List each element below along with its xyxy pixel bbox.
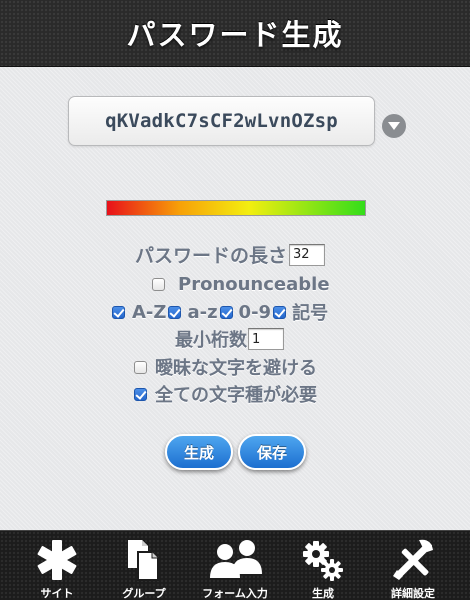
uppercase-checkbox[interactable] — [112, 305, 125, 319]
digits-label: 0-9 — [238, 301, 272, 323]
min-digits-label: 最小桁数 — [175, 330, 247, 351]
avoid-ambiguous-checkbox[interactable] — [134, 360, 147, 374]
pronounceable-label: Pronounceable — [178, 274, 330, 295]
avoid-ambiguous-row[interactable]: 曖昧な文字を避ける — [134, 354, 317, 380]
require-all-checkbox[interactable] — [134, 387, 147, 401]
generator-panel: qKVadkC7sCF2wLvnOZsp パスワードの長さ Pronouncea… — [0, 67, 470, 530]
min-digits-input[interactable] — [248, 328, 284, 350]
tab-label-generate: 生成 — [312, 587, 334, 600]
chevron-down-icon — [388, 122, 400, 130]
require-all-label: 全ての文字種が必要 — [155, 385, 317, 406]
tab-label-settings: 詳細設定 — [391, 587, 435, 600]
page-title: パスワード生成 — [126, 18, 344, 52]
documents-icon — [128, 540, 159, 581]
symbols-checkbox[interactable] — [273, 305, 287, 319]
password-text[interactable]: qKVadkC7sCF2wLvnOZsp — [105, 110, 338, 132]
min-digits-row: 最小桁数 — [175, 326, 284, 352]
tab-label-sites: サイト — [40, 587, 74, 600]
require-all-row[interactable]: 全ての文字種が必要 — [134, 381, 317, 407]
tab-generate[interactable]: 生成 — [276, 531, 370, 600]
password-history-dropdown-button[interactable] — [382, 114, 406, 138]
length-input[interactable] — [289, 243, 326, 266]
strength-meter — [106, 200, 366, 216]
avoid-ambiguous-label: 曖昧な文字を避ける — [155, 358, 317, 379]
tab-groups[interactable]: グループ — [97, 531, 191, 600]
pronounceable-row[interactable]: Pronounceable — [152, 274, 330, 295]
uppercase-label: A-Z — [132, 301, 167, 323]
pronounceable-checkbox[interactable] — [152, 278, 165, 291]
tab-bar: サイト グループ フォーム入力 生成 詳細設定 — [0, 530, 470, 600]
people-icon — [210, 540, 262, 578]
tab-label-form-fill: フォーム入力 — [202, 587, 268, 600]
tab-settings[interactable]: 詳細設定 — [366, 531, 460, 600]
length-label: パスワードの長さ — [135, 245, 288, 267]
digits-checkbox[interactable] — [219, 305, 233, 319]
password-field[interactable]: qKVadkC7sCF2wLvnOZsp — [68, 96, 375, 146]
tab-label-groups: グループ — [122, 587, 166, 600]
charset-row: A-Z a-z 0-9 記号 — [112, 299, 328, 325]
save-button[interactable]: 保存 — [238, 434, 306, 470]
tab-form-fill[interactable]: フォーム入力 — [188, 531, 282, 600]
symbols-label: 記号 — [292, 303, 329, 324]
gears-icon — [303, 541, 343, 581]
generate-button[interactable]: 生成 — [165, 434, 233, 470]
lowercase-label: a-z — [187, 301, 218, 323]
length-row: パスワードの長さ — [135, 241, 326, 268]
asterisk-icon — [37, 540, 77, 580]
tools-icon — [393, 539, 433, 580]
lowercase-checkbox[interactable] — [168, 305, 182, 319]
header-bar: パスワード生成 — [0, 0, 470, 67]
tab-sites[interactable]: サイト — [10, 531, 104, 600]
